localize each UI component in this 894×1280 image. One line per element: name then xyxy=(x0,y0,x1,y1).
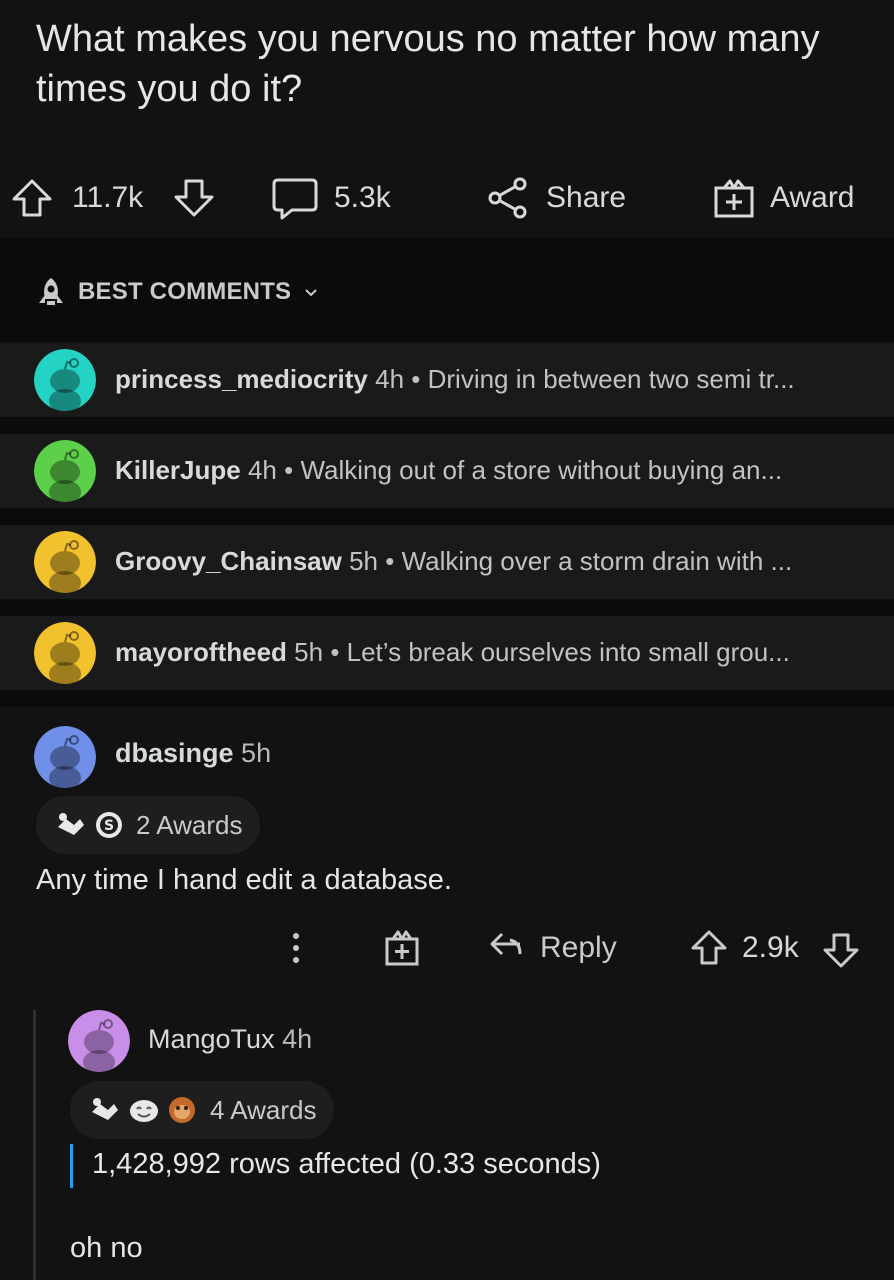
bullet-separator: • xyxy=(330,637,347,667)
sort-label: BEST COMMENTS xyxy=(78,278,292,305)
row-gap xyxy=(0,417,894,434)
quote-bar xyxy=(70,1144,73,1188)
collapsed-comment-text: princess_mediocrity 4h • Driving in betw… xyxy=(115,364,795,395)
username[interactable]: mayoroftheed xyxy=(115,637,287,667)
username[interactable]: dbasinge xyxy=(115,738,234,768)
share-button[interactable]: Share xyxy=(486,160,626,236)
comment-downvote-button[interactable] xyxy=(822,930,860,970)
rocket-icon xyxy=(39,278,63,305)
comment-header: dbasinge 5h xyxy=(115,738,271,769)
bullet-separator: • xyxy=(411,364,428,394)
row-gap xyxy=(0,508,894,525)
gift-icon xyxy=(385,930,419,966)
upvote-button[interactable] xyxy=(10,160,54,236)
post-action-bar: 11.7k 5.3k Share Award xyxy=(0,160,894,236)
wholesome-award-icon xyxy=(92,1098,118,1120)
awards-badge[interactable]: 4 Awards xyxy=(70,1081,335,1139)
give-award-button[interactable] xyxy=(383,928,421,968)
downvote-icon xyxy=(823,933,859,968)
award-label: Award xyxy=(770,181,855,214)
avatar[interactable] xyxy=(34,622,96,684)
reply-button[interactable]: Reply xyxy=(486,928,617,968)
comment-icon xyxy=(272,178,318,220)
upvote-icon xyxy=(12,179,52,217)
comment-time: 4h xyxy=(247,455,277,485)
award-button[interactable]: Award xyxy=(712,160,855,236)
comment-time: 5h xyxy=(241,738,272,768)
username[interactable]: princess_mediocrity xyxy=(115,364,368,394)
vote-count: 11.7k xyxy=(72,181,144,214)
collapsed-comment-text: Groovy_Chainsaw 5h • Walking over a stor… xyxy=(115,546,792,577)
row-gap xyxy=(0,690,894,707)
downvote-button[interactable] xyxy=(172,160,216,236)
avatar[interactable] xyxy=(34,531,96,593)
comment-snippet: Driving in between two semi tr... xyxy=(427,364,795,394)
bullet-separator: • xyxy=(385,546,402,576)
svg-text:S: S xyxy=(104,818,114,834)
username[interactable]: Groovy_Chainsaw xyxy=(115,546,342,576)
avatar[interactable] xyxy=(34,726,96,788)
comment-snippet: Walking over a storm drain with ... xyxy=(401,546,793,576)
comment-snippet: Let’s break ourselves into small grou... xyxy=(346,637,790,667)
avatar[interactable] xyxy=(68,1010,130,1072)
orangutan-award-icon xyxy=(169,1097,195,1123)
avatar[interactable] xyxy=(34,349,96,411)
bullet-separator: • xyxy=(284,455,301,485)
downvote-icon xyxy=(174,179,214,217)
silver-award-icon: S xyxy=(96,812,122,838)
awards-badge[interactable]: S 2 Awards xyxy=(36,796,261,854)
awards-count: 4 Awards xyxy=(210,1094,317,1125)
comments-button[interactable]: 5.3k xyxy=(270,160,391,236)
reply-label: Reply xyxy=(540,931,617,964)
awards-count: 2 Awards xyxy=(136,809,243,840)
quoted-text: 1,428,992 rows affected (0.33 seconds) xyxy=(92,1148,601,1180)
comment-body: oh no xyxy=(70,1232,143,1264)
comment-header: MangoTux 4h xyxy=(148,1024,312,1055)
comment-upvote-button[interactable] xyxy=(690,928,728,968)
share-icon xyxy=(488,177,527,219)
gift-icon xyxy=(714,179,754,218)
thread-line[interactable] xyxy=(33,1010,36,1280)
comment-time: 4h xyxy=(282,1024,313,1054)
comment-score: 2.9k xyxy=(742,931,799,964)
laughing-award-icon xyxy=(130,1100,158,1122)
share-label: Share xyxy=(546,181,627,214)
more-options-button[interactable] xyxy=(282,926,310,970)
username[interactable]: KillerJupe xyxy=(115,455,241,485)
wholesome-award-icon xyxy=(58,813,84,835)
collapsed-comment-text: KillerJupe 4h • Walking out of a store w… xyxy=(115,455,782,486)
collapsed-comment-text: mayoroftheed 5h • Let’s break ourselves … xyxy=(115,637,790,668)
sort-dropdown[interactable]: BEST COMMENTS xyxy=(34,270,321,314)
chevron-down-icon xyxy=(305,289,317,297)
comment-count: 5.3k xyxy=(334,181,391,214)
comment-time: 4h xyxy=(375,364,405,394)
comment-time: 5h xyxy=(294,637,324,667)
post-title: What makes you nervous no matter how man… xyxy=(36,18,820,110)
upvote-icon xyxy=(691,930,727,965)
comment-body: Any time I hand edit a database. xyxy=(36,864,452,896)
username[interactable]: MangoTux xyxy=(148,1024,275,1054)
comment-time: 5h xyxy=(349,546,379,576)
reply-icon xyxy=(490,932,522,956)
avatar[interactable] xyxy=(34,440,96,502)
more-vertical-icon xyxy=(293,933,299,963)
row-gap xyxy=(0,599,894,616)
comment-snippet: Walking out of a store without buying an… xyxy=(300,455,783,485)
